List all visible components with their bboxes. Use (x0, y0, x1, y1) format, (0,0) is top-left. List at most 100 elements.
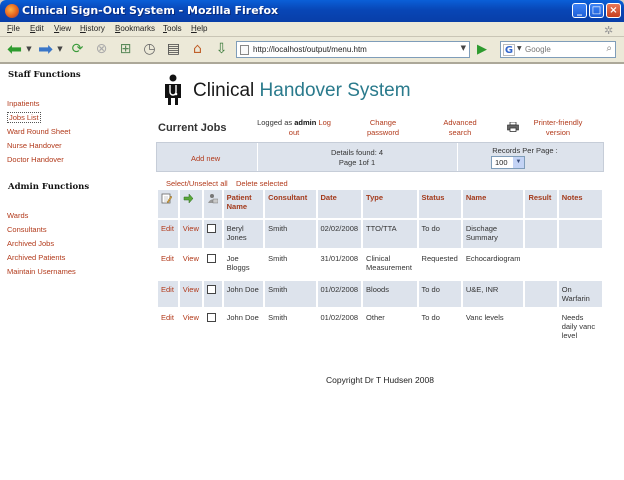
edit-link[interactable]: Edit (156, 279, 180, 309)
printer-friendly-line1[interactable]: Printer-friendly (522, 118, 594, 128)
doctor-logo-icon (165, 74, 181, 105)
change-password-line1[interactable]: Change (350, 118, 416, 128)
menu-help[interactable]: Help (191, 24, 207, 33)
advanced-search-link[interactable]: Advanced search (428, 118, 492, 138)
cell-result (523, 248, 559, 281)
records-per-page-value[interactable]: 100 (495, 158, 508, 167)
change-password-line2[interactable]: password (350, 128, 416, 138)
sidebar-item-maintain-usernames[interactable]: Maintain Usernames (7, 267, 76, 276)
address-bar[interactable]: http://localhost/output/menu.htm ▼ (236, 41, 470, 58)
column-name[interactable]: Name (460, 188, 526, 220)
search-box[interactable]: G ▼ ⌕ (500, 41, 616, 58)
view-link[interactable]: View (177, 279, 204, 309)
admin-functions-heading: Admin Functions (8, 182, 90, 192)
advanced-search-line1[interactable]: Advanced (428, 118, 492, 128)
cell-patient: Beryl Jones (221, 218, 266, 250)
cell-type: Clinical Measurement (361, 248, 419, 281)
download-icon[interactable]: ⇩ (212, 40, 231, 59)
cell-notes: On Warfarin (556, 279, 605, 309)
stop-icon[interactable]: ⊗ (92, 40, 111, 59)
printer-friendly-link[interactable]: Printer-friendly version (522, 118, 594, 138)
row-checkbox[interactable] (206, 254, 216, 263)
sidebar-item-nurse-handover[interactable]: Nurse Handover (7, 141, 62, 150)
url-text[interactable]: http://localhost/output/menu.htm (253, 45, 367, 54)
google-icon[interactable]: G (503, 44, 515, 56)
cell-result (523, 279, 559, 309)
row-checkbox[interactable] (206, 285, 216, 294)
history-clock-icon[interactable]: ◷ (140, 40, 159, 59)
search-input[interactable] (525, 43, 601, 56)
edit-note-icon (161, 193, 172, 204)
sidebar-item-consultants[interactable]: Consultants (7, 225, 47, 234)
close-button[interactable]: × (606, 3, 621, 18)
info-separator (457, 143, 458, 171)
cell-result (523, 218, 559, 250)
edit-link[interactable]: Edit (156, 248, 180, 281)
sidebar-item-wards[interactable]: Wards (7, 211, 28, 220)
cell-patient: John Doe (221, 307, 266, 346)
menu-file[interactable]: File (7, 24, 20, 33)
change-password-link[interactable]: Change password (350, 118, 416, 138)
column-notes[interactable]: Notes (556, 188, 605, 220)
staff-functions-heading: Staff Functions (8, 70, 81, 80)
sidebar-item-jobs-list[interactable]: Jobs List (7, 112, 41, 123)
forward-arrow-icon[interactable]: ➡ (36, 40, 55, 59)
cell-date: 31/01/2008 (315, 248, 364, 281)
app-logo-text: Clinical Handover System (193, 80, 411, 102)
edit-link[interactable]: Edit (156, 218, 180, 250)
minimize-button[interactable]: _ (572, 3, 587, 18)
table-row: Edit View John Doe Smith 01/02/2008 Bloo… (156, 279, 605, 309)
cell-type: TTO/TTA (361, 218, 419, 250)
menu-view[interactable]: View (54, 24, 71, 33)
chevron-down-icon[interactable]: ▼ (513, 157, 524, 168)
menu-edit[interactable]: Edit (30, 24, 44, 33)
sidebar-item-archived-patients[interactable]: Archived Patients (7, 253, 65, 262)
throbber-icon: ✲ (604, 24, 614, 37)
view-link[interactable]: View (177, 307, 204, 346)
back-arrow-icon[interactable]: ⬅ (5, 40, 24, 59)
firefox-icon (5, 4, 19, 18)
new-tab-icon[interactable]: ⊞ (116, 40, 135, 59)
page-content: Staff Functions Inpatients Jobs List War… (0, 63, 624, 480)
table-row: Edit View Beryl Jones Smith 02/02/2008 T… (156, 218, 605, 250)
cell-notes (556, 218, 605, 250)
sidebar-item-ward-round-sheet[interactable]: Ward Round Sheet (7, 127, 71, 136)
view-link[interactable]: View (177, 248, 204, 281)
sidebar-item-inpatients[interactable]: Inpatients (7, 99, 40, 108)
go-arrow-icon[interactable]: ▶ (474, 42, 490, 58)
menu-bookmarks[interactable]: Bookmarks (115, 24, 155, 33)
row-checkbox[interactable] (206, 224, 216, 233)
back-dropdown-icon[interactable]: ▼ (25, 40, 33, 59)
select-all-link[interactable]: Select/Unselect all (166, 179, 228, 188)
row-checkbox[interactable] (206, 313, 216, 322)
column-consultant[interactable]: Consultant (263, 188, 318, 220)
edit-link[interactable]: Edit (156, 307, 180, 346)
column-type[interactable]: Type (361, 188, 419, 220)
cell-consultant: Smith (263, 248, 318, 281)
menu-history[interactable]: History (80, 24, 105, 33)
add-new-link[interactable]: Add new (191, 154, 220, 163)
url-dropdown-icon[interactable]: ▼ (461, 44, 466, 52)
advanced-search-line2[interactable]: search (428, 128, 492, 138)
printer-icon[interactable] (507, 122, 519, 132)
cell-status: To do (416, 307, 463, 346)
reload-icon[interactable]: ⟳ (68, 40, 87, 59)
cell-type: Other (361, 307, 419, 346)
menu-tools[interactable]: Tools (163, 24, 182, 33)
printer-friendly-line2[interactable]: version (522, 128, 594, 138)
sidebar-item-archived-jobs[interactable]: Archived Jobs (7, 239, 54, 248)
forward-dropdown-icon[interactable]: ▼ (56, 40, 64, 59)
delete-selected-link[interactable]: Delete selected (236, 179, 288, 188)
column-result[interactable]: Result (523, 188, 559, 220)
maximize-button[interactable]: □ (589, 3, 604, 18)
column-status[interactable]: Status (416, 188, 463, 220)
records-per-page-select[interactable]: 100 ▼ (491, 156, 525, 169)
view-link[interactable]: View (177, 218, 204, 250)
column-date[interactable]: Date (315, 188, 364, 220)
column-patient-name[interactable]: Patient Name (221, 188, 266, 220)
home-icon[interactable]: ⌂ (188, 40, 207, 59)
print-icon[interactable]: ▤ (164, 40, 183, 59)
search-engine-dropdown-icon[interactable]: ▼ (517, 45, 522, 52)
sidebar-item-doctor-handover[interactable]: Doctor Handover (7, 155, 64, 164)
search-icon[interactable]: ⌕ (606, 43, 612, 54)
